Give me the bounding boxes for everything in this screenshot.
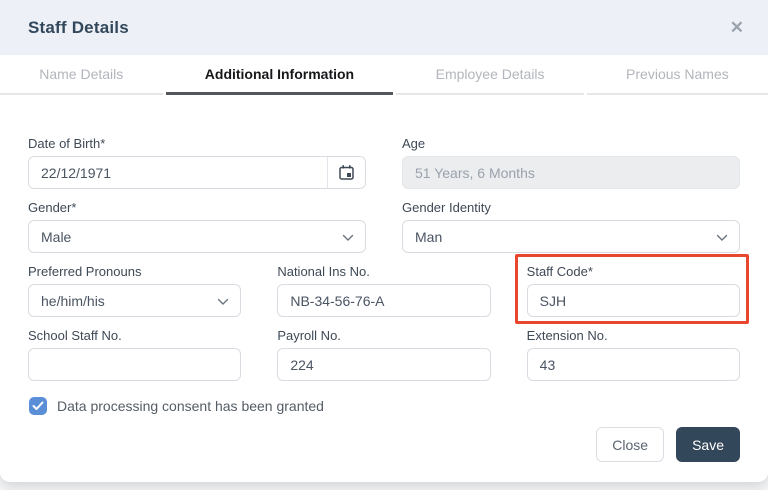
close-button[interactable]: Close — [596, 427, 665, 462]
gender-identity-label: Gender Identity — [402, 200, 491, 215]
extension-no-field: Extension No. — [526, 328, 740, 381]
national-ins-no-label: National Ins No. — [277, 264, 370, 279]
gender-select[interactable] — [28, 220, 366, 253]
staff-code-field: Staff Code* — [514, 254, 749, 324]
tab-bar: Name Details Additional Information Empl… — [0, 55, 768, 95]
staff-code-input[interactable] — [526, 284, 740, 317]
close-icon[interactable]: ✕ — [726, 15, 748, 40]
modal-title: Staff Details — [28, 17, 129, 37]
school-staff-no-input[interactable] — [28, 348, 242, 381]
gender-field: Gender* — [28, 200, 366, 253]
modal-header: Staff Details ✕ — [0, 0, 768, 55]
national-ins-no-input[interactable] — [277, 284, 491, 317]
school-staff-no-field: School Staff No. — [28, 328, 242, 381]
modal-footer: Close Save — [0, 427, 768, 462]
tab-name-details[interactable]: Name Details — [0, 55, 163, 95]
national-ins-no-field: National Ins No. — [277, 264, 491, 317]
staff-code-label: Staff Code* — [526, 264, 593, 279]
age-input — [402, 156, 740, 189]
preferred-pronouns-field: Preferred Pronouns — [28, 264, 242, 317]
extension-no-input[interactable] — [526, 348, 740, 381]
consent-label: Data processing consent has been granted — [57, 398, 324, 414]
school-staff-no-label: School Staff No. — [28, 328, 122, 343]
gender-identity-select[interactable] — [402, 220, 740, 253]
payroll-no-input[interactable] — [277, 348, 491, 381]
extension-no-label: Extension No. — [526, 328, 608, 343]
payroll-no-field: Payroll No. — [277, 328, 491, 381]
tab-employee-details[interactable]: Employee Details — [396, 55, 584, 95]
consent-checkbox[interactable] — [29, 397, 47, 415]
save-button[interactable]: Save — [676, 427, 740, 462]
consent-row: Data processing consent has been granted — [28, 397, 740, 415]
calendar-icon[interactable] — [327, 157, 365, 188]
gender-identity-field: Gender Identity — [402, 200, 740, 253]
date-of-birth-label: Date of Birth* — [28, 136, 106, 151]
age-label: Age — [402, 136, 426, 151]
preferred-pronouns-label: Preferred Pronouns — [28, 264, 142, 279]
date-of-birth-input[interactable] — [29, 157, 327, 188]
staff-details-modal: Staff Details ✕ Name Details Additional … — [0, 0, 768, 482]
gender-label: Gender* — [28, 200, 77, 215]
form-body: Date of Birth* Age — [0, 95, 768, 415]
age-field: Age — [402, 136, 740, 189]
date-of-birth-field: Date of Birth* — [28, 136, 366, 189]
tab-additional-information[interactable]: Additional Information — [165, 55, 394, 95]
preferred-pronouns-select[interactable] — [28, 284, 242, 317]
tab-previous-names[interactable]: Previous Names — [586, 55, 768, 95]
payroll-no-label: Payroll No. — [277, 328, 341, 343]
